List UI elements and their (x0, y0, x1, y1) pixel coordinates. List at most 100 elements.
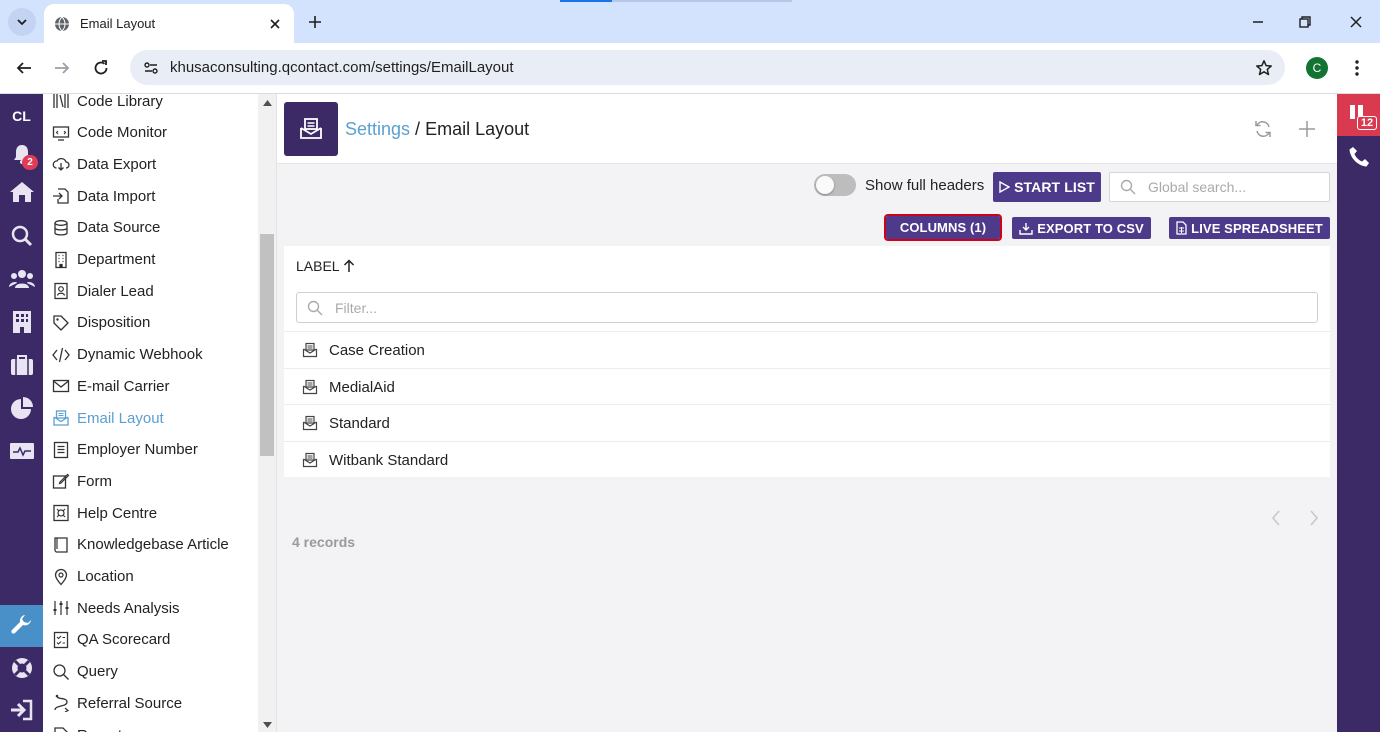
sidebar-item-data-source[interactable]: Data Source (52, 217, 160, 239)
export-to-csv-button[interactable]: EXPORT TO CSV (1012, 217, 1151, 239)
sidebar-item-department[interactable]: Department (52, 249, 155, 271)
notification-badge: 2 (22, 155, 38, 170)
user-initials[interactable]: CL (0, 108, 43, 124)
tab-search-dropdown-button[interactable] (8, 8, 36, 36)
lifebuoy-icon[interactable] (8, 654, 35, 681)
tab-close-icon[interactable] (266, 15, 284, 33)
sidebar-item-disposition[interactable]: Disposition (52, 312, 150, 334)
pie-chart-icon[interactable] (8, 394, 35, 421)
sidebar-item-form[interactable]: Form (52, 470, 112, 492)
download-cloud-icon (52, 155, 70, 173)
briefcase-icon[interactable] (8, 351, 35, 378)
sidebar-item-help-centre[interactable]: Help Centre (52, 502, 157, 524)
table-row[interactable]: Standard (284, 404, 1330, 441)
label-column-header[interactable]: LABEL (296, 258, 355, 274)
sidebar-item-dialer-lead[interactable]: Dialer Lead (52, 280, 154, 302)
sidebar-item-needs-analysis[interactable]: Needs Analysis (52, 597, 180, 619)
sidebar-item-label: Email Layout (77, 409, 164, 427)
global-search-field[interactable] (1109, 172, 1330, 202)
sidebar-item-label: Knowledgebase Article (77, 536, 229, 554)
table-row[interactable]: Case Creation (284, 331, 1330, 368)
report-icon (52, 726, 70, 732)
play-icon (999, 181, 1011, 193)
sidebar-item-query[interactable]: Query (52, 661, 118, 683)
scroll-up-icon[interactable] (262, 98, 272, 108)
sidebar-item-label: Query (77, 663, 118, 681)
help-centre-icon (52, 504, 70, 522)
logout-icon[interactable] (8, 696, 35, 723)
sidebar-item-data-import[interactable]: Data Import (52, 185, 155, 207)
phone-icon[interactable] (1346, 144, 1372, 170)
sidebar-item-code-monitor[interactable]: Code Monitor (52, 122, 167, 144)
sidebar-item-label: Code Monitor (77, 124, 168, 142)
close-window-button[interactable] (1345, 11, 1367, 33)
table-row[interactable]: MedialAid (284, 368, 1330, 405)
label-column-header-text: LABEL (296, 258, 340, 274)
sidebar-item-knowledgebase-article[interactable]: Knowledgebase Article (52, 534, 229, 556)
book-icon (52, 536, 70, 554)
monitor-icon[interactable] (8, 438, 35, 465)
site-info-icon[interactable] (140, 57, 162, 79)
database-icon (52, 219, 70, 237)
filter-input[interactable] (335, 299, 1317, 316)
url-bar[interactable]: khusaconsulting.qcontact.com/settings/Em… (130, 50, 1285, 85)
users-icon[interactable] (8, 265, 35, 292)
add-icon[interactable] (1295, 117, 1319, 141)
sidebar-item-report[interactable]: Report (52, 724, 122, 732)
page-title: Email Layout (425, 119, 530, 139)
bookmark-star-icon[interactable] (1253, 57, 1275, 79)
new-tab-button[interactable] (304, 11, 326, 33)
sidebar-item-employer-number[interactable]: Employer Number (52, 439, 198, 461)
sidebar-item-label: E-mail Carrier (77, 377, 170, 395)
sidebar-item-email-layout[interactable]: Email Layout (52, 407, 164, 429)
minimize-button[interactable] (1247, 11, 1269, 33)
profile-avatar[interactable]: C (1306, 57, 1328, 79)
global-search-input[interactable] (1148, 179, 1318, 195)
browser-tab-active[interactable]: Email Layout (44, 4, 294, 43)
refresh-icon[interactable] (1251, 117, 1275, 141)
filter-field[interactable] (296, 292, 1318, 323)
sidebar-item-label: Referral Source (77, 694, 183, 712)
tag-icon (52, 314, 70, 332)
sidebar-item-qa-scorecard[interactable]: QA Scorecard (52, 629, 170, 651)
wrench-icon[interactable] (8, 612, 35, 639)
reload-icon (94, 60, 108, 75)
building-icon[interactable] (8, 308, 35, 335)
table-row[interactable]: Witbank Standard (284, 441, 1330, 478)
sidebar-item-referral-source[interactable]: Referral Source (52, 692, 182, 714)
live-spreadsheet-button[interactable]: LIVE SPREADSHEET (1169, 217, 1330, 239)
forward-button[interactable] (50, 56, 74, 80)
next-page-icon[interactable] (1304, 508, 1324, 528)
url-text: khusaconsulting.qcontact.com/settings/Em… (170, 59, 514, 76)
sidebar-item-label: Data Import (77, 187, 156, 205)
email-layout-icon (302, 379, 319, 396)
previous-page-icon[interactable] (1266, 508, 1286, 528)
row-label: Case Creation (329, 341, 425, 359)
search-icon (52, 663, 70, 681)
envelope-icon (52, 377, 70, 395)
sidebar-item-data-export[interactable]: Data Export (52, 153, 156, 175)
columns-button[interactable]: COLUMNS (1) (884, 214, 1002, 241)
search-icon (1120, 179, 1136, 195)
search-icon[interactable] (8, 222, 35, 249)
home-icon[interactable] (8, 178, 35, 205)
scrollbar-thumb[interactable] (260, 234, 274, 456)
code-monitor-icon (52, 124, 70, 142)
sidebar-scrollbar[interactable] (258, 94, 276, 732)
browser-menu-icon[interactable] (1346, 56, 1368, 80)
reload-button[interactable] (89, 56, 113, 80)
start-list-button[interactable]: START LIST (993, 172, 1101, 202)
contact-card-icon (52, 282, 70, 300)
back-button[interactable] (12, 56, 36, 80)
restore-button[interactable] (1294, 11, 1316, 33)
show-full-headers-toggle[interactable] (814, 174, 856, 196)
sidebar-item-code-library[interactable]: Code Library (52, 94, 163, 112)
download-icon (1019, 222, 1033, 235)
sidebar-item-dynamic-webhook[interactable]: Dynamic Webhook (52, 344, 203, 366)
record-count: 4 records (292, 534, 356, 550)
breadcrumb-settings-link[interactable]: Settings (345, 119, 410, 139)
sidebar-item-e-mail-carrier[interactable]: E-mail Carrier (52, 375, 170, 397)
sidebar-item-location[interactable]: Location (52, 566, 134, 588)
tab-strip-indicator (560, 0, 612, 2)
scroll-down-icon[interactable] (262, 720, 272, 730)
